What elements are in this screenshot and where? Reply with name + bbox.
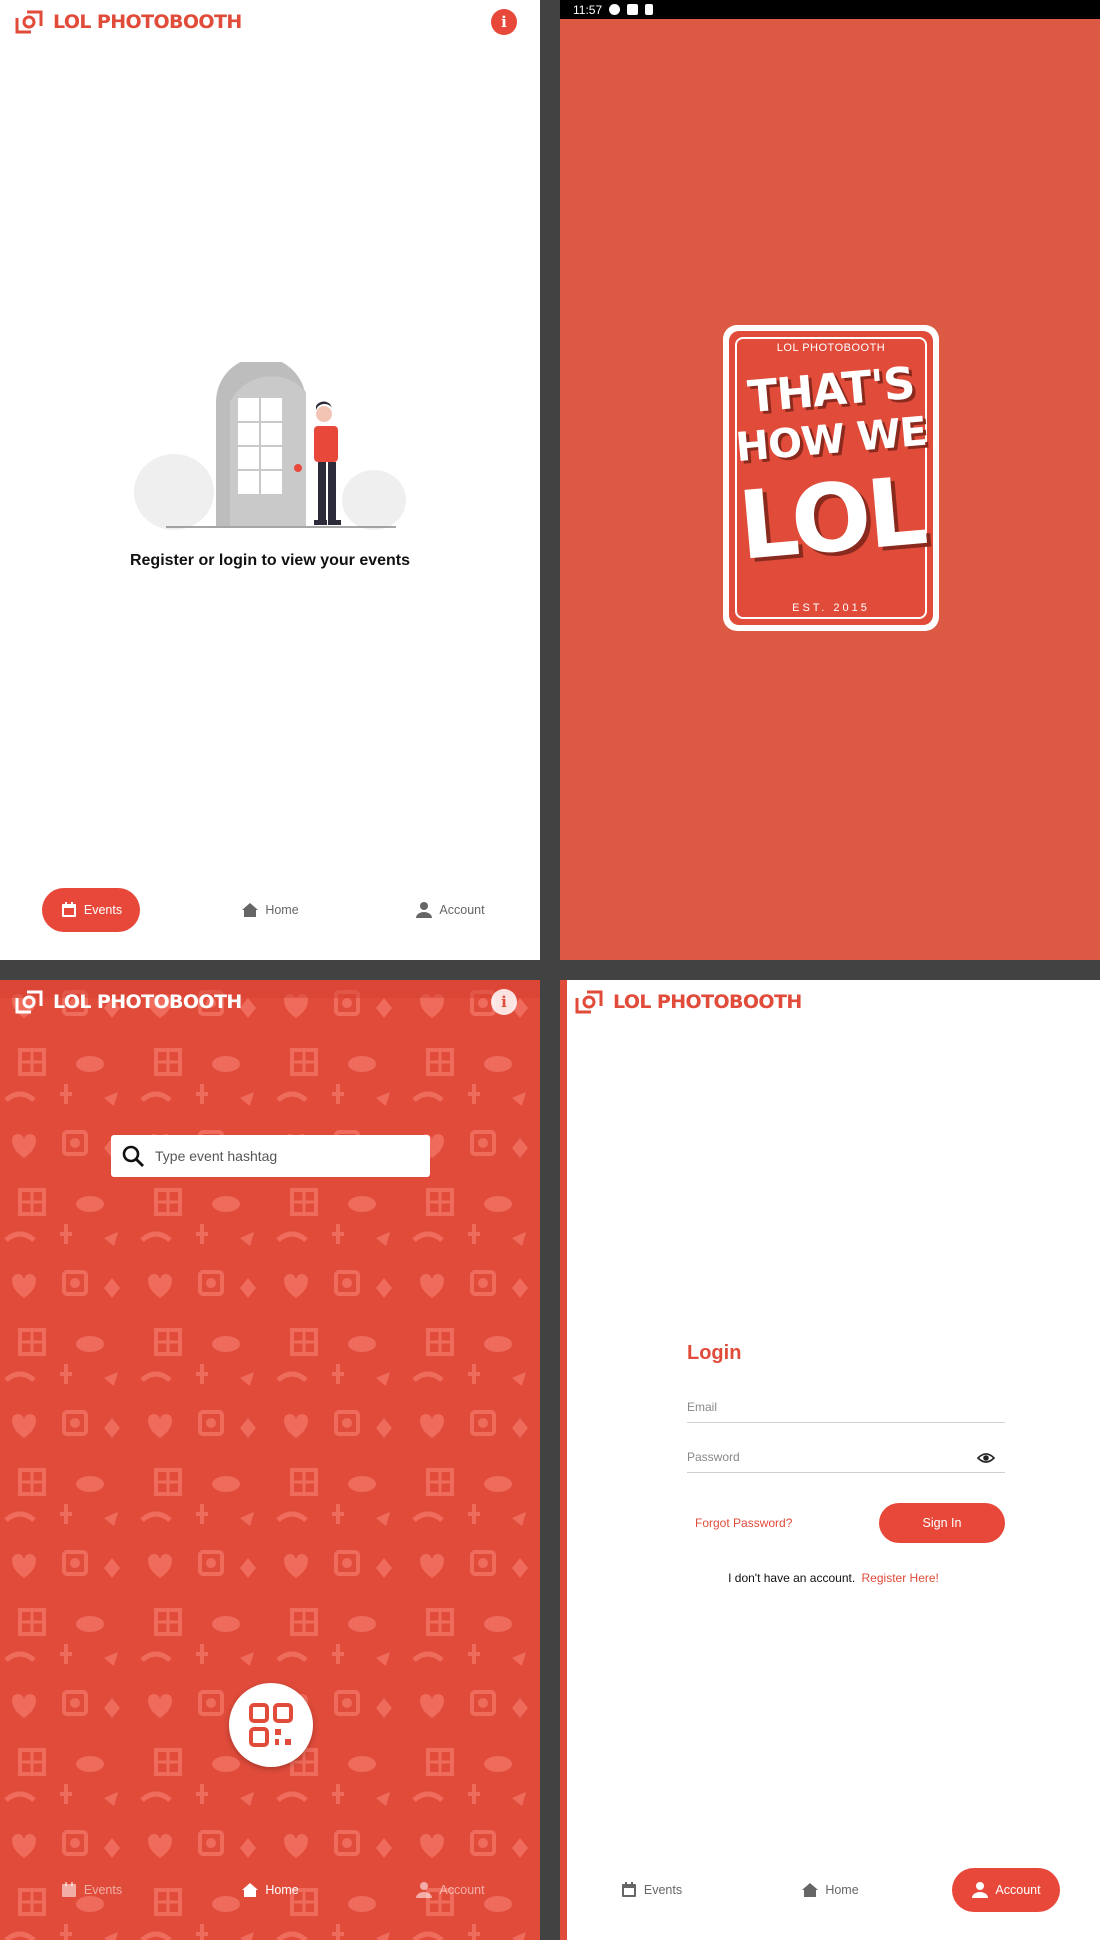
- person-icon: [416, 902, 433, 918]
- scan-qr-button[interactable]: [229, 1683, 313, 1767]
- sign-in-button[interactable]: Sign In: [879, 1503, 1005, 1543]
- search-icon: [122, 1145, 144, 1167]
- empty-events-message: Register or login to view your events: [129, 552, 411, 569]
- info-icon[interactable]: i: [491, 9, 517, 35]
- bottom-navigation: Events Home Account: [567, 1850, 1100, 1940]
- forgot-password-link[interactable]: Forgot Password?: [695, 1516, 792, 1530]
- nav-events-label: Events: [643, 1883, 683, 1897]
- nav-account[interactable]: Account: [952, 1868, 1060, 1912]
- brand-name: LOL PHOTOBOOTH: [53, 11, 242, 33]
- splash-badge: LOL PHOTOBOOTH THAT'S HOW WE LOL EST. 20…: [723, 325, 939, 631]
- register-link[interactable]: Register Here!: [862, 1571, 939, 1585]
- nav-account-label: Account: [439, 903, 485, 917]
- eye-icon[interactable]: [977, 1449, 995, 1467]
- nav-home-label: Home: [265, 903, 299, 917]
- calendar-icon: [621, 1882, 636, 1897]
- home-icon: [242, 1883, 259, 1897]
- login-sheet: LOL PHOTOBOOTH Login Forgot Password? Si…: [567, 980, 1100, 1940]
- nav-home[interactable]: Home: [790, 1868, 870, 1912]
- camera-logo-icon: [15, 990, 43, 1014]
- nav-account[interactable]: Account: [405, 888, 495, 932]
- person-icon: [972, 1882, 989, 1898]
- nav-home[interactable]: Home: [230, 1868, 310, 1912]
- nav-events[interactable]: Events: [42, 1868, 140, 1912]
- hashtag-search-input[interactable]: [155, 1148, 415, 1164]
- notification-icon: [609, 4, 621, 15]
- nav-account-label: Account: [995, 1883, 1041, 1897]
- nav-home[interactable]: Home: [230, 888, 310, 932]
- hashtag-search-field[interactable]: [111, 1135, 430, 1177]
- splash-screen: 11:57 LOL PHOTOBOOTH THAT'S HOW WE LOL E…: [560, 0, 1100, 960]
- login-title: Login: [687, 1342, 742, 1364]
- nav-events[interactable]: Events: [602, 1868, 700, 1912]
- nav-account-label: Account: [439, 1883, 485, 1897]
- info-icon[interactable]: i: [491, 989, 517, 1015]
- camera-logo-icon: [575, 990, 603, 1014]
- email-input[interactable]: [687, 1393, 967, 1421]
- qr-code-icon: [249, 1703, 293, 1747]
- email-field[interactable]: [687, 1393, 1005, 1423]
- badge-line-3: LOL: [734, 457, 928, 582]
- login-screen: LOL PHOTOBOOTH Login Forgot Password? Si…: [560, 980, 1100, 1940]
- nav-events-label: Events: [83, 903, 123, 917]
- nav-events[interactable]: Events: [42, 888, 140, 932]
- bottom-navigation: Events Home Account: [0, 1850, 540, 1940]
- person-icon: [416, 1882, 433, 1898]
- password-input[interactable]: [687, 1443, 967, 1471]
- nav-home-label: Home: [825, 1883, 859, 1897]
- pattern-background: [0, 980, 540, 1940]
- status-bar: 11:57: [560, 0, 1100, 19]
- app-logo: LOL PHOTOBOOTH: [13, 7, 242, 37]
- register-prompt: I don't have an account. Register Here!: [567, 1571, 1100, 1585]
- app-logo: LOL PHOTOBOOTH: [13, 987, 242, 1017]
- badge-top-text: LOL PHOTOBOOTH: [776, 342, 886, 354]
- bottom-navigation: Events Home Account: [0, 870, 540, 960]
- home-icon: [242, 903, 259, 917]
- calendar-icon: [61, 902, 76, 917]
- home-screen: LOL PHOTOBOOTH i Events Home Account: [0, 980, 540, 1940]
- door-illustration: [134, 362, 406, 530]
- storage-icon: [627, 4, 639, 15]
- brand-name: LOL PHOTOBOOTH: [613, 991, 802, 1013]
- badge-bottom-text: EST. 2015: [792, 602, 870, 614]
- camera-logo-icon: [15, 10, 43, 34]
- nav-events-label: Events: [83, 1883, 123, 1897]
- home-icon: [802, 1883, 819, 1897]
- password-field[interactable]: [687, 1443, 1005, 1473]
- no-account-text: I don't have an account.: [728, 1571, 856, 1585]
- brand-name: LOL PHOTOBOOTH: [53, 991, 242, 1013]
- app-logo: LOL PHOTOBOOTH: [573, 987, 802, 1017]
- battery-icon: [645, 4, 654, 15]
- events-screen: LOL PHOTOBOOTH i Register or login to vi…: [0, 0, 540, 960]
- calendar-icon: [61, 1882, 76, 1897]
- nav-account[interactable]: Account: [405, 1868, 495, 1912]
- status-time: 11:57: [573, 2, 603, 17]
- nav-home-label: Home: [265, 1883, 299, 1897]
